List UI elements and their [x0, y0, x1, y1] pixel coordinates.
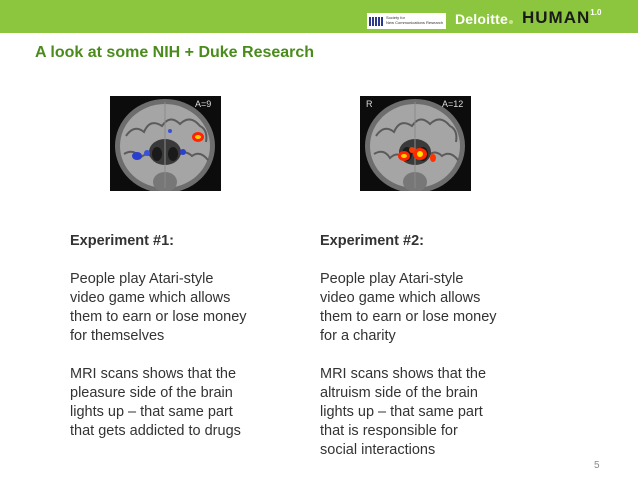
text-line: for themselves [70, 328, 165, 344]
text-line: lights up – that same part [70, 404, 233, 420]
brain-scan-image-right: R A=12 [360, 96, 471, 191]
brain-scan-graphic [115, 99, 215, 191]
text-line: them to earn or lose money [320, 309, 497, 325]
snr-logo-text: Society for New Communications Research [386, 16, 443, 25]
text-line: MRI scans shows that the [70, 366, 237, 382]
slide-title: A look at some NIH + Duke Research [35, 44, 315, 61]
scan-label-left: A=9 [195, 99, 212, 109]
text-line: that gets addicted to drugs [70, 423, 241, 439]
snr-logo: Society for New Communications Research [367, 13, 446, 29]
text-line: MRI scans shows that the [320, 366, 487, 382]
text-line: pleasure side of the brain [70, 385, 233, 401]
human-logo-text: HUMAN [522, 8, 591, 27]
human-logo: HUMAN1.0 [522, 8, 601, 28]
brain-scan-graphic [365, 99, 465, 191]
text-line: social interactions [320, 442, 436, 458]
experiment-2-result: MRI scans shows that the altruism side o… [320, 365, 550, 460]
text-line: People play Atari-style [320, 271, 464, 287]
text-line: video game which allows [320, 290, 481, 306]
text-line: altruism side of the brain [320, 385, 478, 401]
text-line: them to earn or lose money [70, 309, 247, 325]
header-bar: Society for New Communications Research … [0, 0, 638, 33]
brain-scan-image-left: A=9 [110, 96, 221, 191]
text-line: for a charity [320, 328, 396, 344]
text-line: lights up – that same part [320, 404, 483, 420]
experiment-1-column: Experiment #1: People play Atari-style v… [70, 232, 300, 460]
text-line: People play Atari-style [70, 271, 214, 287]
scan-label-right: A=12 [442, 99, 464, 109]
snr-logo-mark [369, 16, 383, 26]
page-number: 5 [594, 460, 600, 471]
deloitte-logo: Deloitte [455, 11, 513, 27]
experiment-2-description: People play Atari-style video game which… [320, 270, 550, 346]
deloitte-logo-text: Deloitte [455, 11, 508, 27]
experiment-1-heading: Experiment #1: [70, 233, 174, 249]
experiment-1-result: MRI scans shows that the pleasure side o… [70, 365, 300, 441]
text-line: video game which allows [70, 290, 231, 306]
experiment-2-heading: Experiment #2: [320, 233, 424, 249]
scan-label-r: R [366, 99, 373, 109]
text-line: that is responsible for [320, 423, 458, 439]
deloitte-dot [508, 20, 513, 24]
human-logo-version: 1.0 [590, 8, 602, 17]
experiment-1-description: People play Atari-style video game which… [70, 270, 300, 346]
snr-logo-line: New Communications Research [386, 20, 444, 25]
experiment-2-column: Experiment #2: People play Atari-style v… [320, 232, 550, 479]
